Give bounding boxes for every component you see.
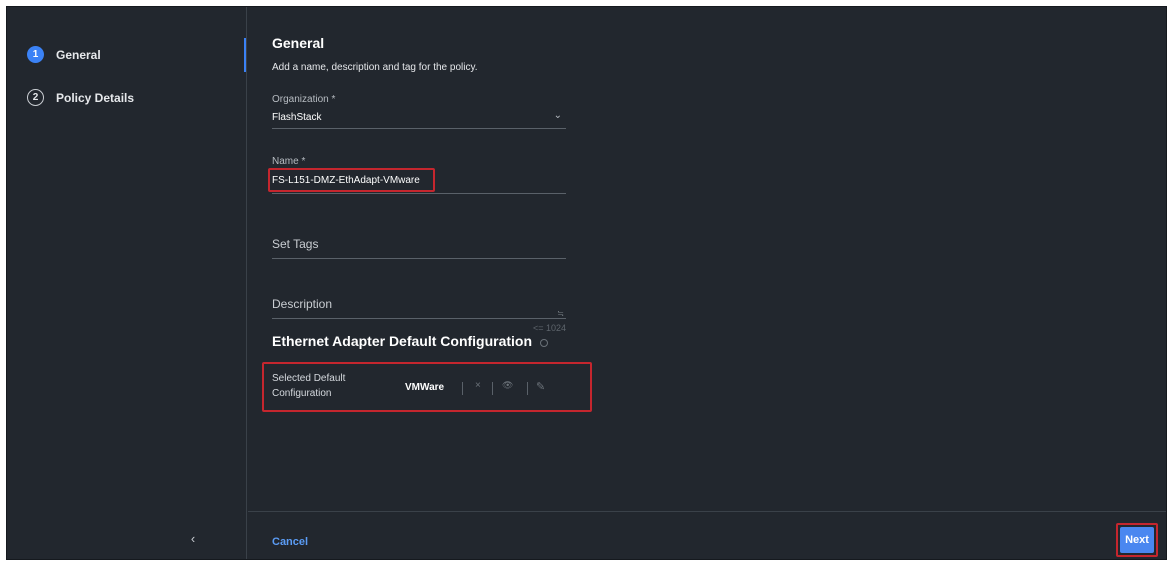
page-subtitle: Add a name, description and tag for the … [272, 62, 478, 73]
step-label-policy-details: Policy Details [56, 90, 135, 105]
name-input[interactable]: FS-L151-DMZ-EthAdapt-VMware [272, 175, 420, 186]
step-number-1: 1 [27, 46, 44, 63]
section-title: Ethernet Adapter Default Configuration [272, 333, 549, 349]
name-field[interactable]: Name * FS-L151-DMZ-EthAdapt-VMware [272, 156, 566, 196]
set-tags-input[interactable]: Set Tags [272, 237, 318, 251]
step-policy-details[interactable]: 2 Policy Details [27, 89, 134, 106]
organization-underline [272, 128, 566, 129]
next-button[interactable]: Next [1120, 527, 1154, 553]
organization-select[interactable]: Organization * FlashStack ⌄ [272, 94, 566, 130]
default-configuration-row: Selected Default Configuration VMWare × … [272, 371, 572, 411]
description-char-counter: <= 1024 [532, 323, 566, 333]
divider [492, 382, 493, 395]
pencil-icon[interactable]: ✎ [536, 380, 545, 393]
name-underline [272, 193, 566, 194]
tags-underline [272, 258, 566, 259]
cancel-button[interactable]: Cancel [272, 536, 308, 548]
selected-default-configuration-label: Selected Default Configuration [272, 371, 372, 401]
divider [527, 382, 528, 395]
config-label-line1: Selected Default [272, 373, 346, 384]
page-title: General [272, 35, 325, 51]
description-field[interactable]: Description ≒ <= 1024 [272, 297, 566, 333]
policy-wizard-panel: 1 General 2 Policy Details ‹ General Add… [6, 6, 1167, 560]
name-label: Name * [272, 156, 306, 167]
active-step-indicator [244, 38, 246, 72]
step-general[interactable]: 1 General [27, 46, 101, 63]
config-label-line2: Configuration [272, 388, 332, 399]
organization-value: FlashStack [272, 112, 322, 123]
resize-handle-icon[interactable]: ≒ [557, 309, 564, 318]
set-tags-field[interactable]: Set Tags [272, 237, 566, 265]
close-icon[interactable]: × [475, 380, 481, 391]
main-content: General Add a name, description and tag … [248, 7, 1166, 559]
chevron-left-icon[interactable]: ‹ [184, 529, 202, 547]
eye-icon[interactable]: 👁 [502, 380, 513, 391]
divider [462, 382, 463, 395]
wizard-footer: Cancel Next [248, 511, 1166, 559]
step-number-2: 2 [27, 89, 44, 106]
info-icon[interactable] [540, 338, 549, 347]
description-input[interactable]: Description [272, 297, 332, 311]
step-label-general: General [56, 47, 101, 62]
organization-label: Organization * [272, 94, 336, 105]
description-underline [272, 318, 566, 319]
chevron-down-icon: ⌄ [553, 110, 562, 121]
selected-config-value: VMWare [405, 382, 445, 393]
section-title-text: Ethernet Adapter Default Configuration [272, 333, 533, 349]
wizard-steps-sidebar: 1 General 2 Policy Details ‹ [7, 7, 247, 559]
